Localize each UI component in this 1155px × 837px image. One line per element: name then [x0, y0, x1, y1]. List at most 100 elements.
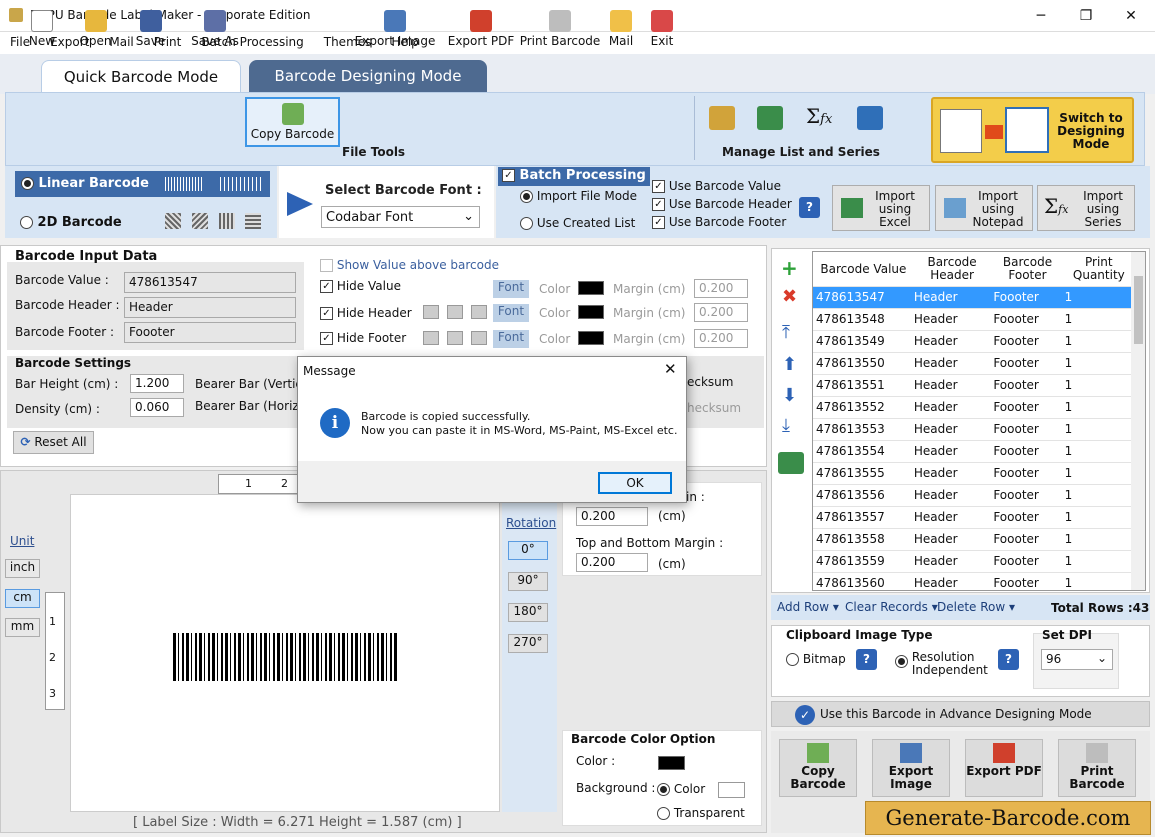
table-cell[interactable]: Header	[910, 506, 991, 529]
table-row[interactable]: 478613558 Header Foooter 1	[813, 528, 1133, 551]
show-value-above-checkbox[interactable]: Show Value above barcode	[320, 258, 499, 272]
import-series-button[interactable]: Σfx Import using Series	[1037, 185, 1135, 231]
table-cell[interactable]: 1	[1061, 286, 1133, 309]
export-pdf-button[interactable]: Export PDF	[446, 4, 516, 56]
rotation-180-button[interactable]: 180°	[508, 603, 548, 622]
edit-list-icon[interactable]	[709, 106, 735, 130]
table-cell[interactable]: Foooter	[990, 506, 1062, 529]
table-cell[interactable]: 478613550	[813, 352, 911, 375]
table-cell[interactable]: 478613551	[813, 374, 911, 397]
table-cell[interactable]: 1	[1061, 308, 1133, 331]
barcode-header-input[interactable]: Header	[124, 297, 296, 318]
advance-mode-button[interactable]: ✓ Use this Barcode in Advance Designing …	[771, 701, 1150, 727]
minimize-icon[interactable]: ─	[1018, 0, 1064, 32]
table-row[interactable]: 478613559 Header Foooter 1	[813, 550, 1133, 573]
table-row[interactable]: 478613552 Header Foooter 1	[813, 396, 1133, 419]
table-row[interactable]: 478613551 Header Foooter 1	[813, 374, 1133, 397]
table-cell[interactable]: Header	[910, 572, 991, 590]
tb-margin-spin[interactable]: 0.200	[576, 553, 648, 572]
table-cell[interactable]: Header	[910, 330, 991, 353]
rotation-90-button[interactable]: 90°	[508, 572, 548, 591]
clear-records-dropdown[interactable]: Clear Records ▾	[845, 600, 938, 614]
table-cell[interactable]: 1	[1061, 352, 1133, 375]
import-excel-button[interactable]: Import using Excel	[832, 185, 930, 231]
table-row[interactable]: 478613548 Header Foooter 1	[813, 308, 1133, 331]
import-notepad-button[interactable]: Import using Notepad	[935, 185, 1033, 231]
table-cell[interactable]: Header	[910, 440, 991, 463]
resolution-help-icon[interactable]: ?	[998, 649, 1019, 670]
table-cell[interactable]: 478613547	[813, 286, 911, 309]
table-row[interactable]: 478613549 Header Foooter 1	[813, 330, 1133, 353]
table-cell[interactable]: Foooter	[990, 374, 1062, 397]
table-cell[interactable]: 1	[1061, 462, 1133, 485]
table-cell[interactable]: Foooter	[990, 440, 1062, 463]
table-cell[interactable]: 1	[1061, 418, 1133, 441]
copy-barcode-button[interactable]: Copy Barcode	[245, 97, 340, 147]
table-cell[interactable]: 1	[1061, 484, 1133, 507]
close-icon[interactable]: ✕	[1108, 0, 1154, 32]
use-value-checkbox[interactable]: ✓ Use Barcode Value	[652, 179, 781, 193]
table-cell[interactable]: Foooter	[990, 484, 1062, 507]
align-center-footer-icon[interactable]	[447, 331, 463, 345]
export-image-bottom-button[interactable]: Export Image	[872, 739, 950, 797]
table-cell[interactable]: 1	[1061, 330, 1133, 353]
bitmap-option[interactable]: Bitmap	[786, 652, 846, 666]
table-row[interactable]: 478613553 Header Foooter 1	[813, 418, 1133, 441]
excel-list-icon[interactable]	[757, 106, 783, 130]
delete-row-dropdown[interactable]: Delete Row ▾	[937, 600, 1015, 614]
series-icon[interactable]: Σfx	[806, 104, 832, 128]
margin-value-spin[interactable]: 0.200	[694, 279, 748, 298]
bitmap-help-icon[interactable]: ?	[856, 649, 877, 670]
table-cell[interactable]: Header	[910, 418, 991, 441]
table-cell[interactable]: 1	[1061, 506, 1133, 529]
switch-designing-button[interactable]: Switch to Designing Mode	[931, 97, 1134, 163]
rotation-0-button[interactable]: 0°	[508, 541, 548, 560]
table-cell[interactable]: 478613556	[813, 484, 911, 507]
print-barcode-button[interactable]: Print Barcode	[518, 4, 602, 56]
table-cell[interactable]: 1	[1061, 550, 1133, 573]
exit-button[interactable]: Exit	[645, 4, 679, 56]
align-right-footer-icon[interactable]	[471, 331, 487, 345]
table-cell[interactable]: 478613557	[813, 506, 911, 529]
table-row[interactable]: 478613557 Header Foooter 1	[813, 506, 1133, 529]
move-down-icon[interactable]: ⬇	[782, 385, 797, 406]
swap-icon[interactable]	[857, 106, 883, 130]
reset-all-button[interactable]: ⟳ Reset All	[13, 431, 94, 454]
open-button[interactable]: Open	[73, 4, 118, 56]
grid-scroll-thumb[interactable]	[1134, 276, 1143, 344]
font-button-value[interactable]: Font	[493, 280, 529, 298]
unit-cm-button[interactable]: cm	[5, 589, 40, 608]
unit-inch-button[interactable]: inch	[5, 559, 40, 578]
table-cell[interactable]: Foooter	[990, 572, 1062, 590]
table-cell[interactable]: 478613554	[813, 440, 911, 463]
table-cell[interactable]: Header	[910, 462, 991, 485]
maximize-icon[interactable]: ❐	[1063, 0, 1109, 32]
font-button-header[interactable]: Font	[493, 304, 529, 322]
move-up-icon[interactable]: ⬆	[782, 354, 797, 375]
table-cell[interactable]: Foooter	[990, 418, 1062, 441]
delete-row-icon[interactable]: ✖	[782, 286, 797, 307]
table-cell[interactable]: Header	[910, 550, 991, 573]
export-pdf-bottom-button[interactable]: Export PDF	[965, 739, 1043, 797]
table-cell[interactable]: 1	[1061, 528, 1133, 551]
lr-margin-spin[interactable]: 0.200	[576, 507, 648, 526]
density-spin[interactable]: 0.060	[130, 398, 184, 417]
batch-processing-header[interactable]: ✓ Batch Processing	[498, 167, 650, 186]
hide-header-checkbox[interactable]: ✓ Hide Header	[320, 306, 412, 320]
hide-footer-checkbox[interactable]: ✓ Hide Footer	[320, 331, 406, 345]
margin-footer-spin[interactable]: 0.200	[694, 329, 748, 348]
hide-value-checkbox[interactable]: ✓ Hide Value	[320, 279, 401, 293]
table-cell[interactable]: 1	[1061, 440, 1133, 463]
color-swatch-value[interactable]	[578, 281, 604, 295]
table-cell[interactable]: 478613558	[813, 528, 911, 551]
table-cell[interactable]: Header	[910, 396, 991, 419]
tab-quick-mode[interactable]: Quick Barcode Mode	[41, 60, 241, 94]
unit-mm-button[interactable]: mm	[5, 618, 40, 637]
table-cell[interactable]: Foooter	[990, 308, 1062, 331]
barcode-footer-input[interactable]: Foooter	[124, 322, 296, 343]
font-button-footer[interactable]: Font	[493, 330, 529, 348]
col-header-value[interactable]: Barcode Value	[813, 252, 911, 287]
transparent-option[interactable]: Transparent	[657, 806, 745, 820]
table-row[interactable]: 478613550 Header Foooter 1	[813, 352, 1133, 375]
use-footer-checkbox[interactable]: ✓ Use Barcode Footer	[652, 215, 786, 229]
